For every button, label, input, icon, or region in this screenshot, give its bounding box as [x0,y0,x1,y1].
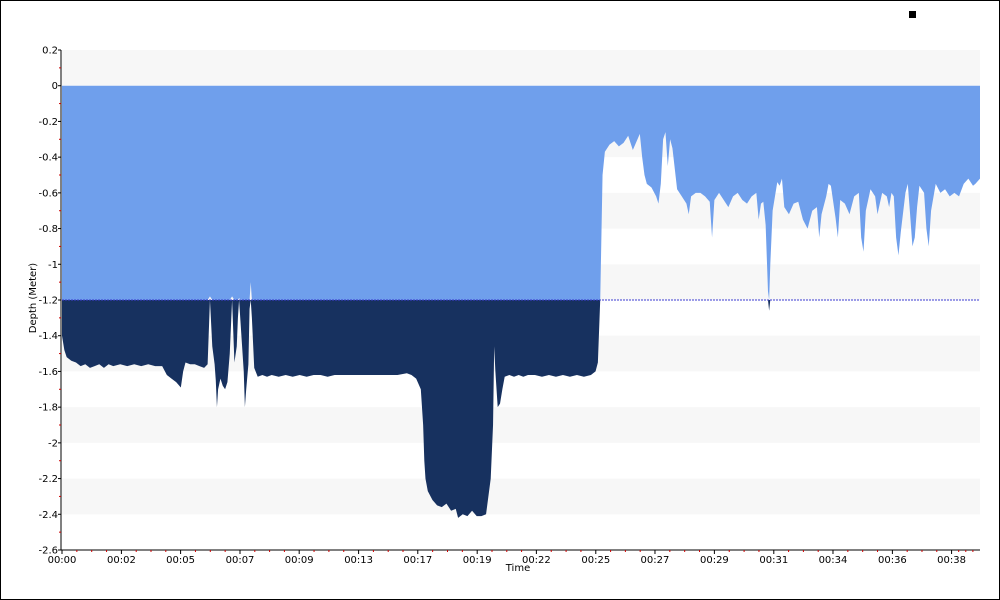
y-tick-label: -0.6 [38,188,58,199]
y-tick-label: -1.6 [38,367,58,378]
y-tick-label: -1.8 [38,403,58,414]
x-tick-label: 00:13 [344,555,373,566]
legend-marker [909,11,916,18]
y-tick-label: -0.2 [38,117,58,128]
depth-areas [62,85,980,518]
y-tick-label: -1.2 [38,296,58,307]
y-tick-label: -1.4 [38,331,58,342]
y-tick-label: -0.8 [38,224,58,235]
x-tick-label: 00:19 [463,555,492,566]
y-axis-ticks: 0.2 0 -0.2 -0.4 -0.6 -0.8 -1 -1.2 -1.4 -1.6 -1.8 -2… [38,46,61,557]
x-tick-label: 00:36 [878,555,907,566]
x-tick-label: 00:17 [403,555,432,566]
x-tick-label: 00:29 [700,555,729,566]
grid-band [62,478,980,515]
y-axis-title: Depth (Meter) [28,263,39,334]
y-tick-label: -2.2 [38,474,58,485]
y-tick-label: 0 [52,81,58,92]
x-axis-title: Time [505,563,530,574]
x-tick-label: 00:05 [166,555,195,566]
y-tick-label: -1 [48,260,58,271]
x-tick-label: 00:00 [48,555,77,566]
y-tick-label: 0.2 [42,46,58,57]
grid-band [62,50,980,86]
y-tick-label: -2.4 [38,510,58,521]
x-tick-label: 00:27 [641,555,670,566]
x-tick-label: 00:09 [285,555,314,566]
x-tick-label: 00:25 [581,555,610,566]
x-tick-label: 00:38 [937,555,966,566]
grid-band [62,407,980,443]
x-tick-label: 00:07 [226,555,255,566]
depth-chart: 0.2 0 -0.2 -0.4 -0.6 -0.8 -1 -1.2 -1.4 -1.6 -1.8 -2… [28,11,980,574]
y-tick-label: -2 [48,438,58,449]
x-tick-label: 00:31 [759,555,788,566]
y-tick-label: -0.4 [38,153,58,164]
x-tick-label: 00:02 [107,555,136,566]
x-tick-label: 00:34 [819,555,848,566]
